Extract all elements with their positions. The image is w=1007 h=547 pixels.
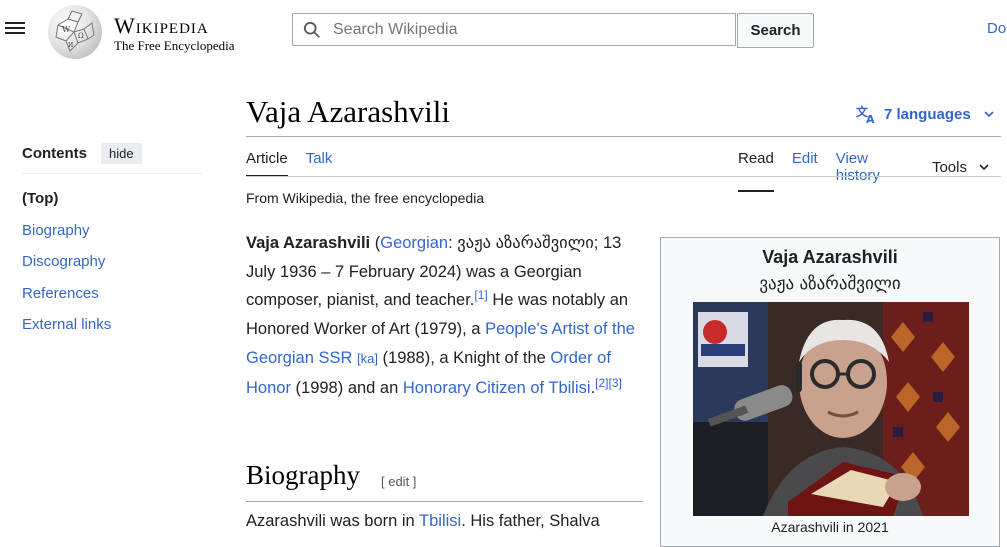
lead-paragraph: Vaja Azarashvili (Georgian: ვაჟა აზარაშვ… <box>246 229 646 402</box>
site-tagline: From Wikipedia, the free encyclopedia <box>246 190 485 206</box>
tab-article[interactable]: Article <box>246 150 288 177</box>
wikipedia-logo[interactable]: W Ω И Wikipedia The Free Encyclopedia <box>48 5 235 59</box>
search-icon <box>303 21 320 38</box>
logo-subtitle: The Free Encyclopedia <box>114 38 235 53</box>
tab-read[interactable]: Read <box>738 150 774 192</box>
toc-item-references[interactable]: References <box>22 283 202 315</box>
biography-paragraph: Azarashvili was born in Tbilisi. His fat… <box>246 512 600 531</box>
text: (1998) and an <box>290 378 403 397</box>
ka-interlanguage-link[interactable]: [ka] <box>357 351 378 366</box>
menu-line <box>5 22 25 24</box>
toc-hide-button[interactable]: hide <box>101 143 142 164</box>
chevron-down-icon <box>984 111 994 118</box>
text: Azarashvili was born in <box>246 512 420 530</box>
language-button[interactable]: 文 A 7 languages <box>856 104 994 124</box>
header-donate-link[interactable]: Do <box>987 20 1006 37</box>
language-count: 7 languages <box>884 105 971 123</box>
wikipedia-globe-icon: W Ω И <box>48 5 102 59</box>
page-title: Vaja Azarashvili <box>246 94 451 129</box>
portrait-photo[interactable] <box>693 302 969 516</box>
infobox: Vaja Azarashvili ვაჟა აზარაშვილი Azarash… <box>660 237 1000 547</box>
toc-item-top[interactable]: (Top) <box>22 188 202 220</box>
tbilisi-link[interactable]: Tbilisi <box>419 512 461 530</box>
toc-item-discography[interactable]: Discography <box>22 251 202 283</box>
tools-label: Tools <box>931 158 967 176</box>
infobox-native-name: ვაჟა აზარაშვილი <box>759 274 901 294</box>
translate-icon: 文 A <box>856 104 875 124</box>
biography-heading: Biography <box>246 460 360 490</box>
svg-text:A: A <box>866 113 875 124</box>
infobox-caption: Azarashvili in 2021 <box>771 519 889 535</box>
search-input[interactable] <box>331 19 715 40</box>
text: ( <box>370 234 381 252</box>
toc-title: Contents <box>22 145 87 162</box>
menu-line <box>5 27 25 29</box>
table-of-contents: Contents hide (Top) Biography Discograph… <box>22 143 202 346</box>
section-divider <box>246 501 643 502</box>
georgian-language-link[interactable]: Georgian <box>380 234 448 252</box>
infobox-name: Vaja Azarashvili <box>762 247 898 267</box>
svg-text:Ω: Ω <box>78 32 84 40</box>
toc-item-external-links[interactable]: External links <box>22 314 202 346</box>
tab-edit[interactable]: Edit <box>792 150 818 192</box>
tab-view-history[interactable]: View history <box>836 150 914 192</box>
search-button[interactable]: Search <box>737 13 814 48</box>
menu-line <box>5 32 25 34</box>
main-menu-button[interactable] <box>5 19 25 39</box>
svg-text:И: И <box>68 42 73 49</box>
chevron-down-icon <box>979 164 989 171</box>
text: (1988), a Knight of the <box>377 348 551 367</box>
text: . His father, Shalva <box>461 512 600 530</box>
reference-link-2[interactable]: [2] <box>595 376 608 390</box>
tabs-divider <box>246 176 1001 177</box>
title-divider <box>246 136 1001 137</box>
reference-link-1[interactable]: [1] <box>474 288 487 302</box>
subject-name: Vaja Azarashvili <box>246 234 371 252</box>
search-box[interactable] <box>292 13 736 46</box>
svg-text:W: W <box>62 25 71 34</box>
reference-link-3[interactable]: [3] <box>609 376 622 390</box>
edit-section-link[interactable]: [ edit ] <box>381 474 416 489</box>
honorary-citizen-link[interactable]: Honorary Citizen of Tbilisi <box>403 379 591 397</box>
tab-talk[interactable]: Talk <box>306 150 333 177</box>
toc-item-biography[interactable]: Biography <box>22 220 202 252</box>
tools-menu[interactable]: Tools <box>932 150 989 192</box>
logo-title: Wikipedia <box>114 13 209 38</box>
